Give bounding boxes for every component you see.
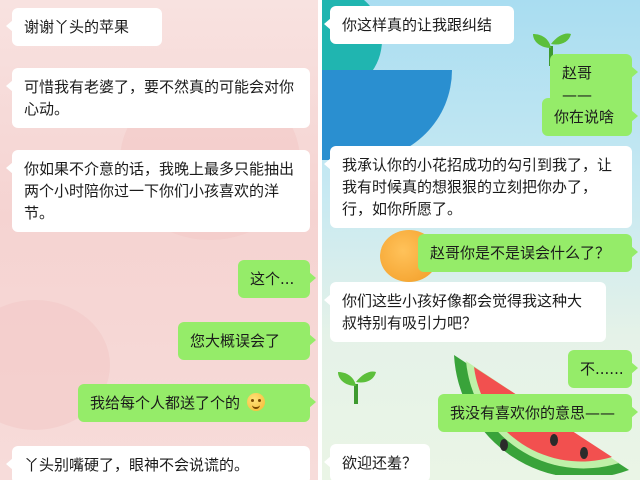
sprout-decoration [338, 371, 376, 404]
screenshot-collage: 谢谢丫头的苹果 可惜我有老婆了，要不然真的可能会对你心动。 你如果不介意的话，我… [0, 0, 640, 480]
message-text: 你在说啥 [554, 108, 615, 126]
chat-message-outgoing: 不...... [568, 350, 638, 388]
chat-message-incoming: 欲迎还羞？ [324, 444, 430, 480]
message-text: 丫头别嘴硬了，眼神不会说谎的。 [24, 456, 250, 474]
message-text: 欲迎还羞？ [342, 454, 418, 472]
embarrassed-face-icon [246, 393, 265, 411]
chat-message-outgoing: 我没有喜欢你的意思—— [438, 394, 638, 432]
chat-message-outgoing: 这个... [238, 260, 316, 298]
message-text: 谢谢丫头的苹果 [24, 18, 130, 36]
message-text: 你如果不介意的话，我晚上最多只能抽出两个小时陪你过一下你们小孩喜欢的洋节。 [24, 160, 295, 222]
message-text: 我给每个人都送了个的 [90, 394, 241, 412]
chat-message-outgoing: 你在说啥 [542, 98, 638, 136]
chat-message-incoming: 你如果不介意的话，我晚上最多只能抽出两个小时陪你过一下你们小孩喜欢的洋节。 [6, 150, 310, 232]
right-chat-panel: 你这样真的让我跟纠结 赵哥—— 你在说啥 我承认你的小花招成功的勾引到我了，让我… [322, 0, 640, 480]
message-text: 你这样真的让我跟纠结 [342, 16, 493, 34]
message-text: 你们这些小孩好像都会觉得我这种大叔特别有吸引力吧？ [342, 292, 583, 332]
chat-message-incoming: 你们这些小孩好像都会觉得我这种大叔特别有吸引力吧？ [324, 282, 606, 342]
chat-message-incoming: 谢谢丫头的苹果 [6, 8, 162, 46]
chat-message-incoming: 我承认你的小花招成功的勾引到我了，让我有时候真的想狠狠的立刻把你办了，行，如你所… [324, 146, 632, 228]
message-text: 我承认你的小花招成功的勾引到我了，让我有时候真的想狠狠的立刻把你办了，行，如你所… [342, 156, 613, 218]
message-text: 不...... [580, 360, 624, 378]
left-chat-panel: 谢谢丫头的苹果 可惜我有老婆了，要不然真的可能会对你心动。 你如果不介意的话，我… [0, 0, 318, 480]
chat-message-incoming: 你这样真的让我跟纠结 [324, 6, 514, 44]
chat-message-outgoing: 您大概误会了 [178, 322, 316, 360]
message-text: 可惜我有老婆了，要不然真的可能会对你心动。 [24, 78, 295, 118]
chat-message-outgoing: 我给每个人都送了个的 [78, 384, 316, 422]
chat-message-incoming: 丫头别嘴硬了，眼神不会说谎的。 [6, 446, 310, 480]
message-text: 这个... [250, 270, 295, 288]
chat-message-incoming: 可惜我有老婆了，要不然真的可能会对你心动。 [6, 68, 310, 128]
chat-message-outgoing: 赵哥你是不是误会什么了？ [418, 234, 638, 272]
message-text: 我没有喜欢你的意思—— [450, 404, 616, 422]
message-text: 赵哥你是不是误会什么了？ [430, 244, 611, 262]
message-text: 您大概误会了 [190, 332, 281, 350]
